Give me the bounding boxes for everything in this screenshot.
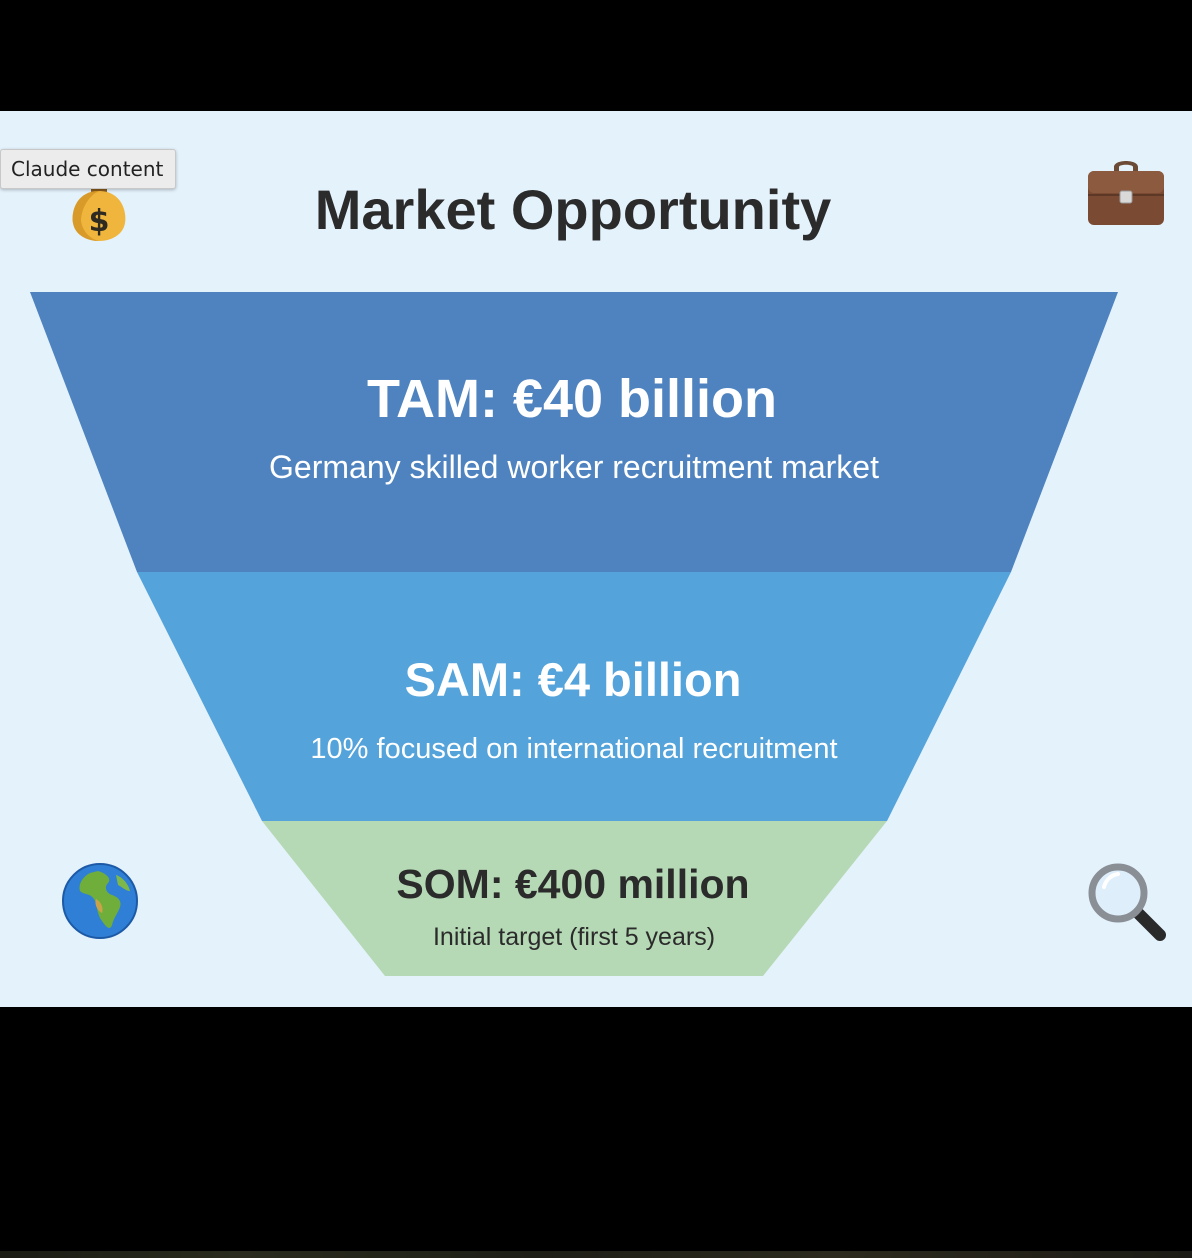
magnifying-glass-icon bbox=[1088, 863, 1166, 941]
funnel-diagram: TAM: €40 billion Germany skilled worker … bbox=[30, 292, 1118, 976]
globe-icon bbox=[62, 863, 138, 939]
briefcase-icon bbox=[1088, 161, 1164, 225]
sam-heading: SAM: €4 billion bbox=[405, 653, 742, 706]
slide: Market Opportunity TAM: €40 billion Germ… bbox=[0, 111, 1192, 1007]
tooltip: Claude content bbox=[0, 149, 177, 189]
tam-subtext: Germany skilled worker recruitment marke… bbox=[269, 449, 879, 485]
svg-text:$: $ bbox=[89, 204, 110, 239]
som-heading: SOM: €400 million bbox=[396, 861, 749, 907]
som-subtext: Initial target (first 5 years) bbox=[433, 923, 715, 951]
sam-subtext: 10% focused on international recruitment bbox=[310, 733, 837, 765]
screen: Market Opportunity TAM: €40 billion Germ… bbox=[0, 0, 1192, 1258]
funnel-layer-tam bbox=[30, 292, 1118, 572]
tam-heading: TAM: €40 billion bbox=[367, 369, 777, 429]
background-strip bbox=[0, 1251, 1192, 1258]
